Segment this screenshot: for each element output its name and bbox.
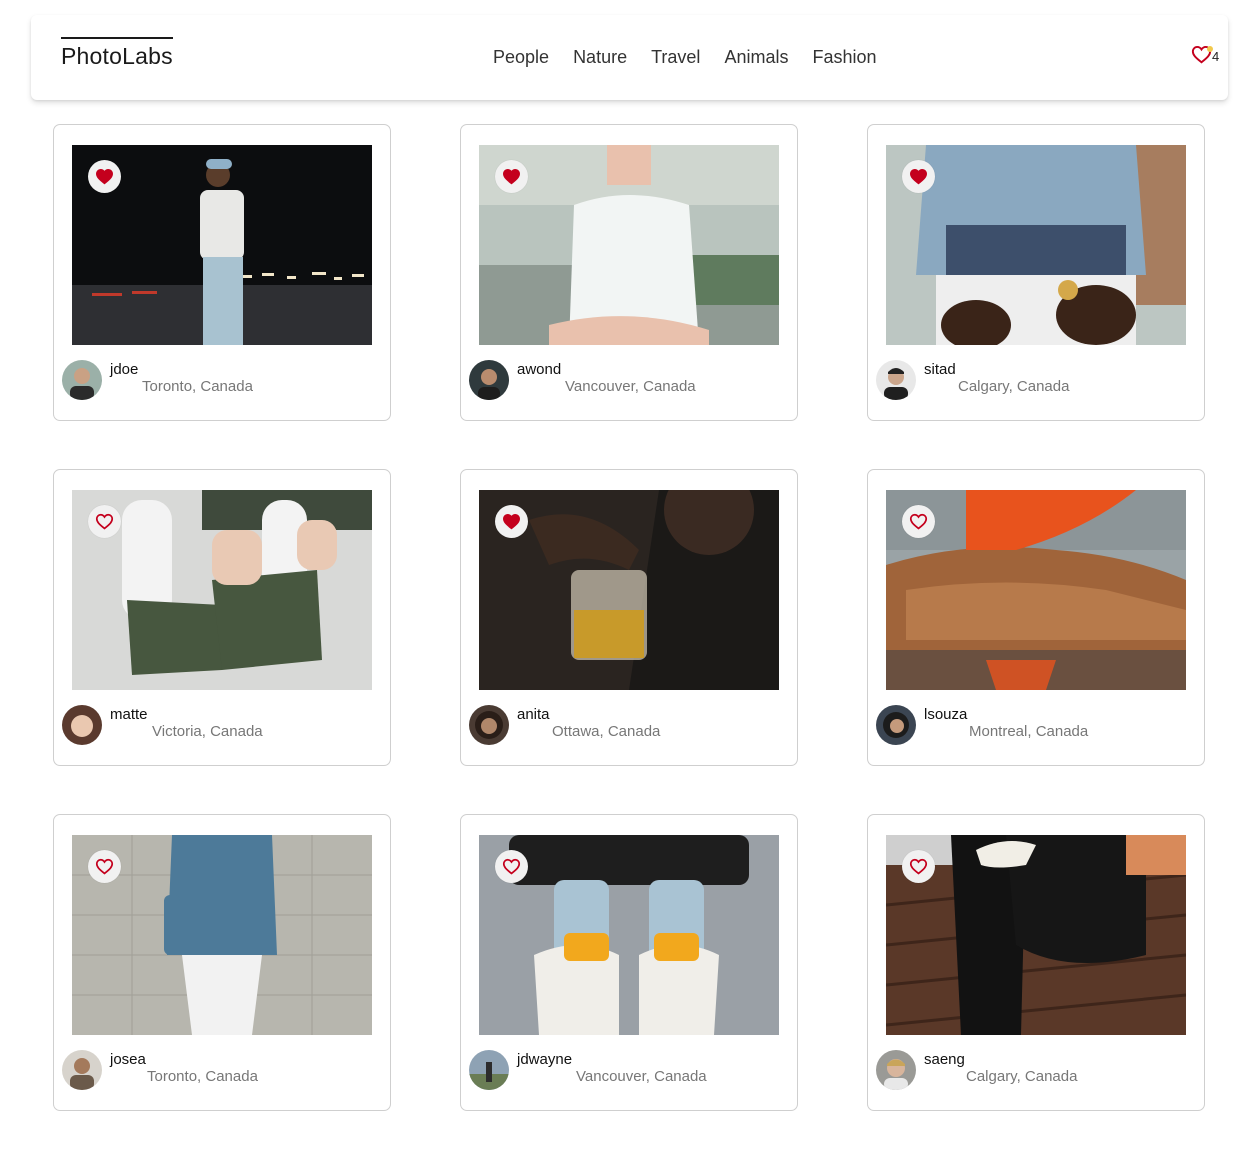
photo-location: Calgary, Canada xyxy=(966,1068,1078,1085)
topic-fashion[interactable]: Fashion xyxy=(812,46,876,68)
avatar xyxy=(876,360,916,400)
photo-username: josea xyxy=(110,1051,146,1068)
photo-card: matte Victoria, Canada xyxy=(53,469,391,766)
heart-outline-icon xyxy=(502,858,521,875)
topic-travel[interactable]: Travel xyxy=(651,46,700,68)
heart-filled-icon xyxy=(502,169,521,185)
avatar xyxy=(876,705,916,745)
heart-filled-icon xyxy=(95,169,114,185)
photo-image[interactable] xyxy=(886,145,1186,345)
photo-image[interactable] xyxy=(886,490,1186,690)
photo-image[interactable] xyxy=(886,835,1186,1035)
photo-location: Ottawa, Canada xyxy=(552,723,661,740)
favourite-button[interactable] xyxy=(495,505,528,538)
photo-username: awond xyxy=(517,361,562,378)
favourite-button[interactable] xyxy=(902,505,935,538)
photo-location: Victoria, Canada xyxy=(152,723,263,740)
photo-location: Vancouver, Canada xyxy=(565,378,696,395)
favourite-button[interactable] xyxy=(88,505,121,538)
photo-card: sitad Calgary, Canada xyxy=(867,124,1205,421)
photo-location: Vancouver, Canada xyxy=(576,1068,707,1085)
photo-username: anita xyxy=(517,706,550,723)
photo-username: matte xyxy=(110,706,148,723)
avatar xyxy=(876,1050,916,1090)
avatar xyxy=(469,1050,509,1090)
photo-location: Calgary, Canada xyxy=(958,378,1070,395)
photo-username: jdwayne xyxy=(517,1051,573,1068)
photo-image[interactable] xyxy=(479,835,779,1035)
favourite-button[interactable] xyxy=(88,160,121,193)
photo-card: josea Toronto, Canada xyxy=(53,814,391,1111)
photo-location: Toronto, Canada xyxy=(142,378,253,395)
topic-people[interactable]: People xyxy=(493,46,549,68)
favourite-button[interactable] xyxy=(902,850,935,883)
heart-filled-icon xyxy=(909,169,928,185)
heart-outline-icon xyxy=(909,858,928,875)
photo-image[interactable] xyxy=(479,490,779,690)
avatar xyxy=(62,705,102,745)
favourites-badge[interactable]: 4 xyxy=(1191,45,1219,64)
heart-outline-icon xyxy=(95,858,114,875)
photo-image[interactable] xyxy=(72,490,372,690)
photo-location: Montreal, Canada xyxy=(969,723,1089,740)
heart-filled-icon xyxy=(502,514,521,530)
photo-username: saeng xyxy=(924,1051,965,1068)
photo-username: sitad xyxy=(924,361,956,378)
topic-animals[interactable]: Animals xyxy=(724,46,788,68)
photo-image[interactable] xyxy=(72,145,372,345)
photo-card: lsouza Montreal, Canada xyxy=(867,469,1205,766)
heart-outline-icon xyxy=(95,513,114,530)
photo-username: jdoe xyxy=(110,361,139,378)
photo-card: jdoe Toronto, Canada xyxy=(53,124,391,421)
favourite-button[interactable] xyxy=(902,160,935,193)
photo-username: lsouza xyxy=(924,706,968,723)
avatar xyxy=(62,360,102,400)
photo-card: saeng Calgary, Canada xyxy=(867,814,1205,1111)
heart-outline-icon xyxy=(909,513,928,530)
notification-dot xyxy=(1207,46,1213,52)
topic-list: People Nature Travel Animals Fashion xyxy=(493,46,877,68)
favourite-button[interactable] xyxy=(495,850,528,883)
app-logo[interactable]: PhotoLabs xyxy=(61,37,173,69)
photo-card: anita Ottawa, Canada xyxy=(460,469,798,766)
favourite-button[interactable] xyxy=(495,160,528,193)
topic-nature[interactable]: Nature xyxy=(573,46,627,68)
top-navigation-bar: PhotoLabs People Nature Travel Animals F… xyxy=(31,15,1228,100)
avatar xyxy=(62,1050,102,1090)
favourite-button[interactable] xyxy=(88,850,121,883)
photo-card: jdwayne Vancouver, Canada xyxy=(460,814,798,1111)
avatar xyxy=(469,360,509,400)
avatar xyxy=(469,705,509,745)
photo-image[interactable] xyxy=(479,145,779,345)
favourites-count: 4 xyxy=(1212,49,1220,64)
photo-image[interactable] xyxy=(72,835,372,1035)
photo-location: Toronto, Canada xyxy=(147,1068,258,1085)
photo-card: awond Vancouver, Canada xyxy=(460,124,798,421)
